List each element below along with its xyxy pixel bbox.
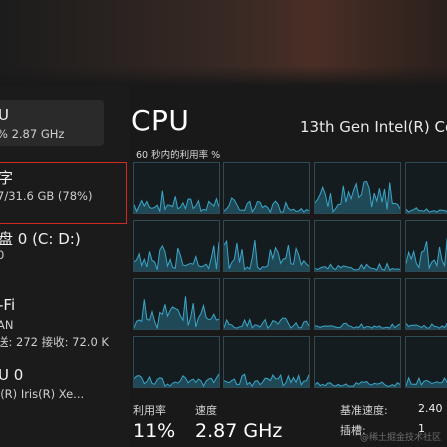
core-graph <box>405 278 447 330</box>
core-graph <box>314 162 401 214</box>
sidebar-item-gpu-subtitle: l(R) Iris(R) Xe... <box>0 387 85 401</box>
core-graph <box>314 278 401 330</box>
core-graph <box>133 162 220 214</box>
title-bar-area <box>0 0 447 86</box>
sidebar-item-cpu-title: U <box>0 106 9 124</box>
sidebar-item-memory-subtitle: 7/31.6 GB (78%) <box>0 189 93 203</box>
core-graph <box>133 278 220 330</box>
graph-caption: 60 秒内的利用率 % <box>136 150 221 161</box>
core-graph <box>405 220 447 272</box>
page-title: CPU <box>131 104 190 137</box>
sidebar-item-wifi-throughput: 送: 272 接收: 72.0 K <box>0 335 109 349</box>
core-graph <box>133 220 220 272</box>
sidebar-item-disk[interactable]: 盘 0 (C: D:) 0 <box>0 226 104 266</box>
core-graph <box>223 278 310 330</box>
sidebar-item-wifi-subtitle: AN <box>0 318 14 332</box>
core-graph <box>314 220 401 272</box>
utilization-value: 11% <box>133 420 176 442</box>
sidebar-item-memory[interactable]: 字 7/31.6 GB (78%) <box>0 162 127 224</box>
sidebar-item-gpu[interactable]: U 0 l(R) Iris(R) Xe... <box>0 364 104 404</box>
utilization-label: 利用率 <box>133 404 166 417</box>
speed-label: 速度 <box>195 404 217 417</box>
sidebar-item-memory-title: 字 <box>0 169 14 187</box>
base-speed-value: 2.40 <box>418 402 443 415</box>
sidebar-item-cpu[interactable]: U % 2.87 GHz <box>0 100 104 146</box>
sidebar-item-cpu-subtitle: % 2.87 GHz <box>0 127 65 141</box>
sidebar-item-gpu-title: U 0 <box>0 366 24 384</box>
sidebar-item-disk-title: 盘 0 (C: D:) <box>0 230 81 248</box>
performance-sidebar: U % 2.87 GHz 字 7/31.6 GB (78%) 盘 0 (C: D… <box>0 86 130 447</box>
core-graph-area <box>134 296 219 329</box>
cpu-model-name: 13th Gen Intel(R) Co <box>300 118 447 136</box>
core-graph <box>133 336 220 388</box>
core-graph <box>405 336 447 388</box>
cpu-panel: CPU 13th Gen Intel(R) Co 60 秒内的利用率 % 利用率… <box>130 86 447 447</box>
core-graph <box>405 162 447 214</box>
sidebar-item-wifi-title: -Fi <box>0 296 16 314</box>
sidebar-item-disk-subtitle: 0 <box>0 248 5 262</box>
speed-value: 2.87 GHz <box>195 420 283 442</box>
base-speed-label: 基准速度: <box>340 404 388 417</box>
core-graph <box>223 220 310 272</box>
watermark: @稀土掘金技术社区 <box>360 433 442 443</box>
sidebar-item-wifi[interactable]: -Fi AN 送: 272 接收: 72.0 K <box>0 296 109 350</box>
core-graph <box>314 336 401 388</box>
core-graph <box>223 336 310 388</box>
logical-processor-graphs <box>133 162 447 392</box>
task-manager-window: U % 2.87 GHz 字 7/31.6 GB (78%) 盘 0 (C: D… <box>0 0 447 447</box>
core-graph <box>223 162 310 214</box>
